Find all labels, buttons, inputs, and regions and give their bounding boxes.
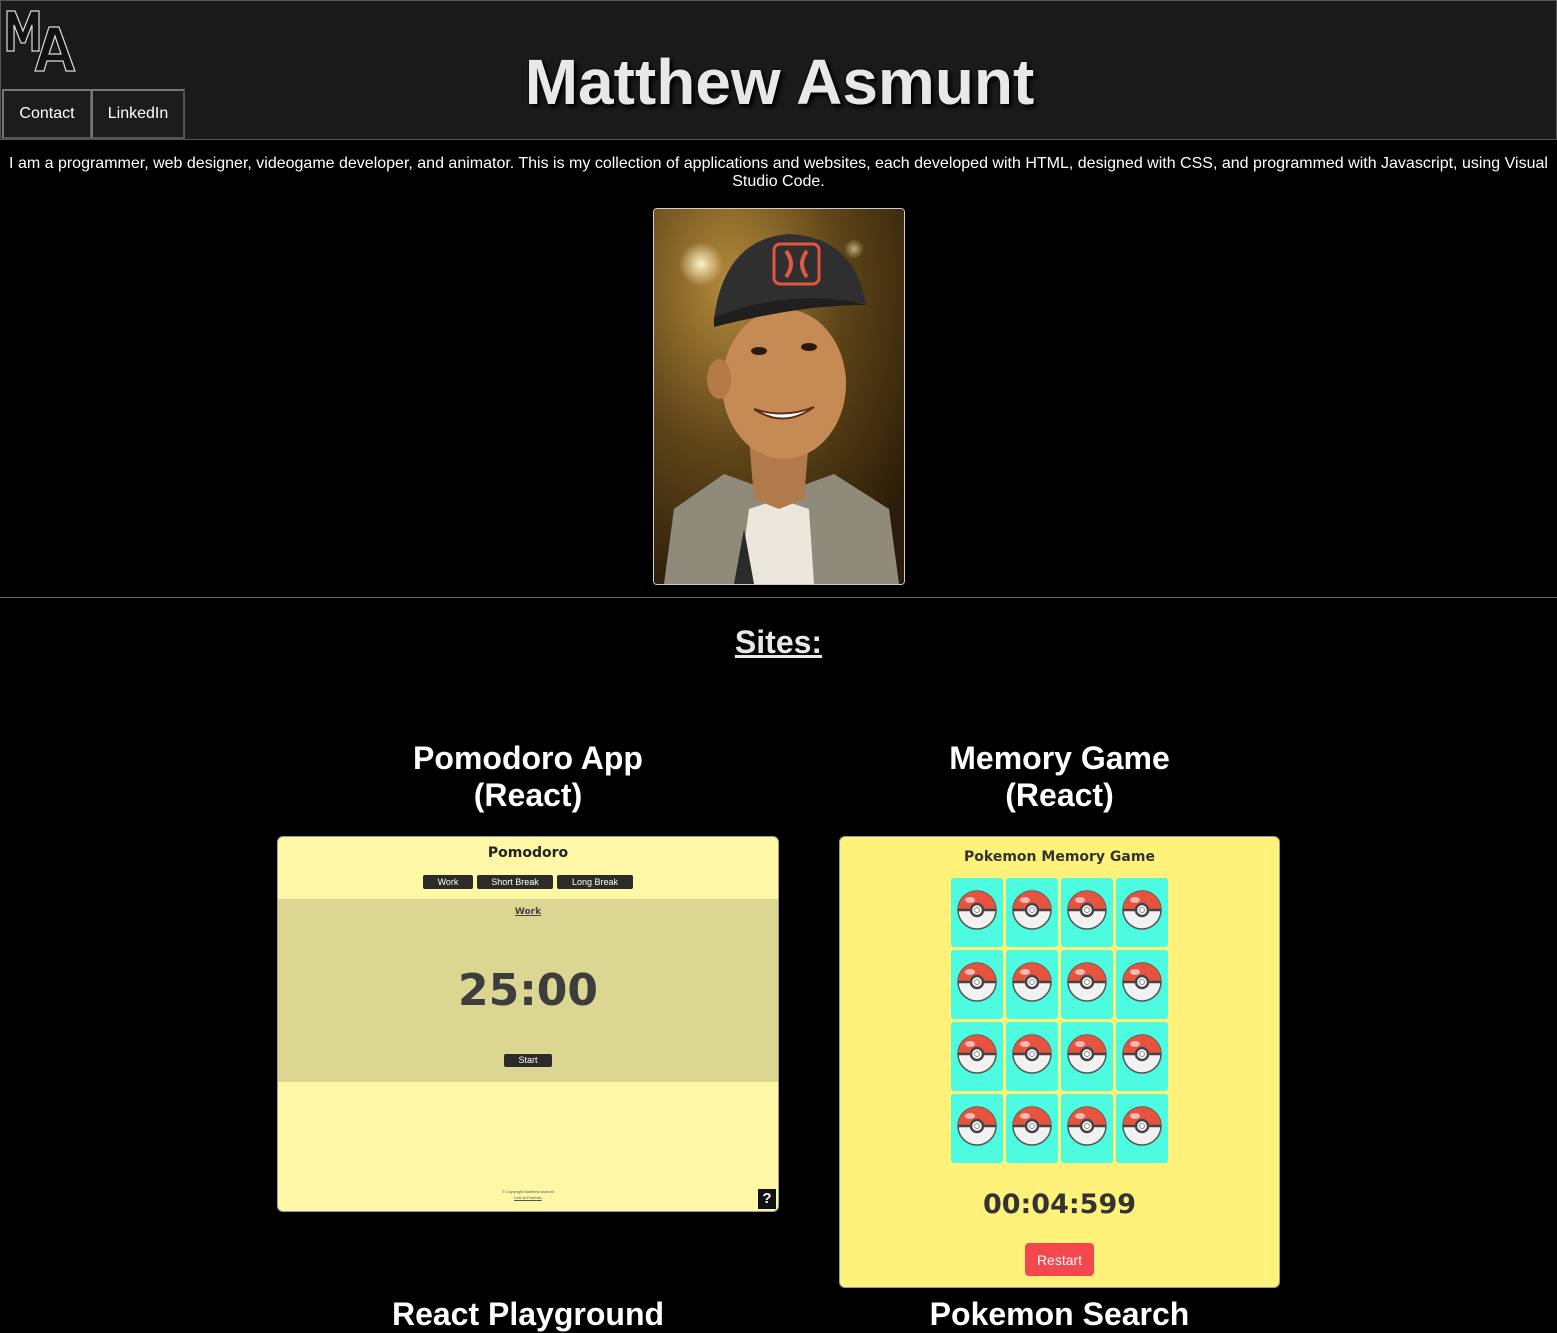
memory-card <box>951 950 1003 1019</box>
memory-card <box>1061 1022 1113 1091</box>
project-title-line: Memory Game <box>949 740 1170 776</box>
memory-timer: 00:04:599 <box>982 1189 1137 1220</box>
memory-card <box>1006 878 1058 947</box>
memory-card-grid <box>951 878 1168 1163</box>
project-title-line: Pomodoro App <box>413 740 643 776</box>
memory-card <box>1116 878 1168 947</box>
pokeball-icon <box>1121 1105 1163 1152</box>
pomodoro-tab-work: Work <box>423 875 473 889</box>
memory-card <box>1116 950 1168 1019</box>
project-title-react-playground: React Playground <box>391 1296 665 1332</box>
memory-card <box>1061 950 1113 1019</box>
memory-card <box>1061 878 1113 947</box>
pomodoro-tab-long-break: Long Break <box>557 875 633 889</box>
memory-card <box>1116 1022 1168 1091</box>
memory-restart-button: Restart <box>1025 1243 1094 1276</box>
memory-preview-title: Pokemon Memory Game <box>964 849 1155 865</box>
pokeball-icon <box>1011 1033 1053 1080</box>
pomodoro-footer: © Copyright Matthew Asmunt Link to Portf… <box>278 1189 778 1201</box>
pokeball-icon <box>956 961 998 1008</box>
pomodoro-preview-link[interactable]: Pomodoro Work Short Break Long Break Wor… <box>277 836 779 1212</box>
memory-card <box>1006 1094 1058 1163</box>
memory-card <box>951 1022 1003 1091</box>
help-icon: ? <box>758 1189 776 1209</box>
memory-card <box>1061 1094 1113 1163</box>
pokeball-icon <box>956 1105 998 1152</box>
pokeball-icon <box>1066 1033 1108 1080</box>
profile-photo <box>653 208 905 585</box>
pomodoro-preview-tabs: Work Short Break Long Break <box>278 875 778 889</box>
section-divider <box>0 597 1557 598</box>
project-title-pokemon-search: Pokemon Search <box>929 1296 1190 1332</box>
memory-card <box>951 1094 1003 1163</box>
pomodoro-time: 25:00 <box>457 965 599 1016</box>
pokeball-icon <box>1121 889 1163 936</box>
pokeball-icon <box>956 1033 998 1080</box>
project-title-pomodoro: Pomodoro App (React) <box>277 740 779 814</box>
pokeball-icon <box>1066 1105 1108 1152</box>
memory-game-preview-link[interactable]: Pokemon Memory Game 00:04:599 Restart <box>839 836 1280 1288</box>
pomodoro-footer-link: Link to Portfolio <box>514 1195 542 1200</box>
memory-card <box>1116 1094 1168 1163</box>
project-title-line: (React) <box>473 777 583 813</box>
page-title: Matthew Asmunt <box>524 46 1035 118</box>
memory-card <box>1006 950 1058 1019</box>
pomodoro-tab-short-break: Short Break <box>477 875 553 889</box>
pomodoro-start-button: Start <box>504 1054 552 1067</box>
project-title-memory: Memory Game (React) <box>839 740 1280 814</box>
memory-card <box>951 878 1003 947</box>
sites-heading: Sites: <box>734 624 823 660</box>
pokeball-icon <box>1121 1033 1163 1080</box>
pomodoro-timer-panel: Work 25:00 Start <box>278 899 778 1082</box>
site-header: Contact LinkedIn Matthew Asmunt <box>0 0 1557 140</box>
pomodoro-mode-label: Work <box>514 907 542 917</box>
pokeball-icon <box>1011 961 1053 1008</box>
pokeball-icon <box>1066 889 1108 936</box>
pomodoro-preview-title: Pomodoro <box>487 845 569 861</box>
project-title-line: (React) <box>1005 777 1114 813</box>
memory-card <box>1006 1022 1058 1091</box>
pokeball-icon <box>1011 889 1053 936</box>
pokeball-icon <box>1066 961 1108 1008</box>
pokeball-icon <box>1121 961 1163 1008</box>
pokeball-icon <box>1011 1105 1053 1152</box>
pokeball-icon <box>956 889 998 936</box>
intro-text: I am a programmer, web designer, videoga… <box>9 155 1548 190</box>
